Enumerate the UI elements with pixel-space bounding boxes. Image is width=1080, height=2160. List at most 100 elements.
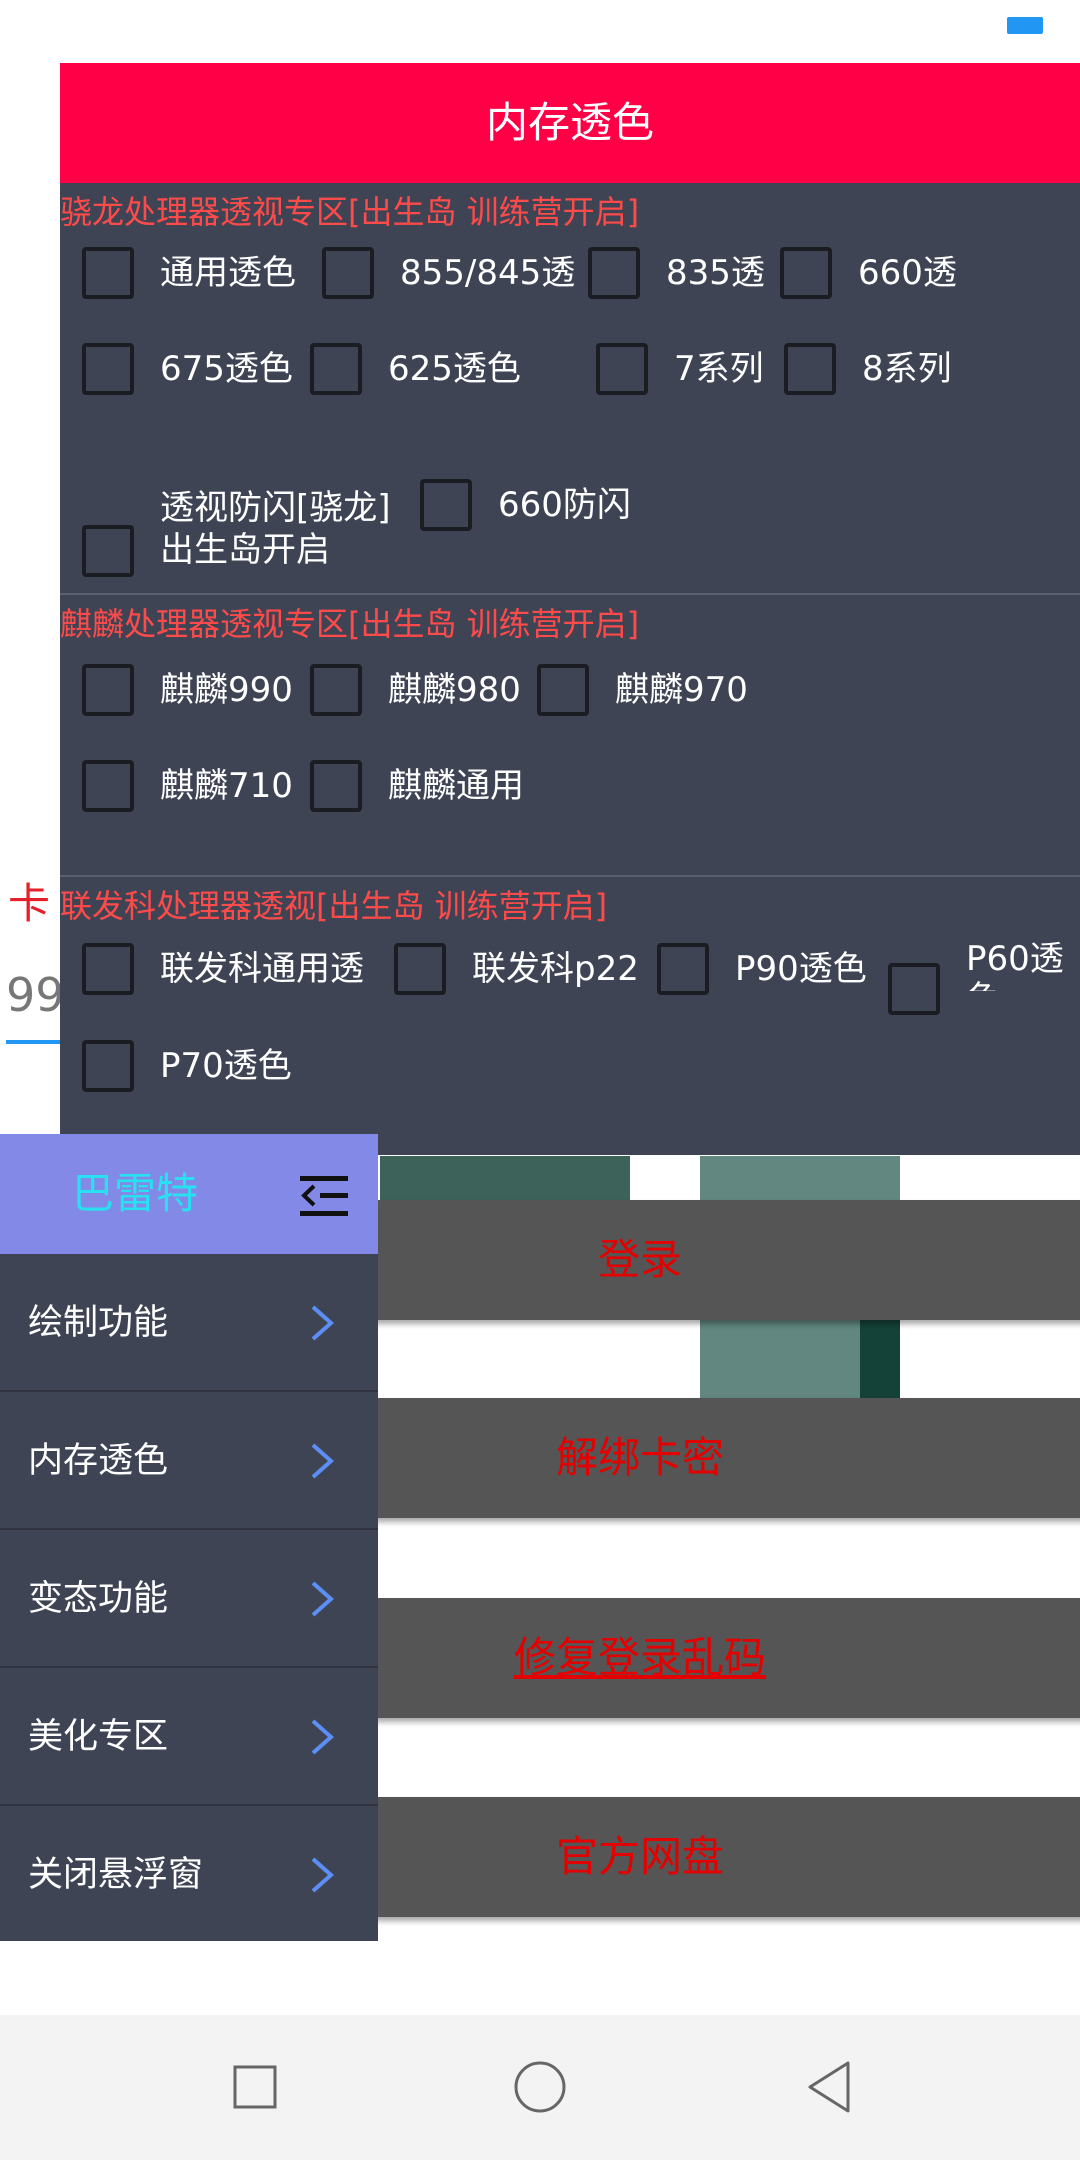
feature-panel: 内存透色 骁龙处理器透视专区[出生岛 训练营开启] 通用透色 855/845透 …: [60, 63, 1080, 1155]
checkbox[interactable]: [82, 943, 134, 995]
checkbox[interactable]: [657, 943, 709, 995]
checkbox-label: 麒麟710: [160, 766, 293, 806]
checkbox-label: 麒麟990: [160, 670, 293, 710]
checkbox-option[interactable]: 855/845透: [322, 247, 575, 307]
checkbox[interactable]: [420, 479, 472, 531]
checkbox-option[interactable]: 麒麟980: [310, 664, 521, 724]
battery-icon: [1007, 17, 1043, 34]
checkbox-option[interactable]: 7系列: [596, 343, 764, 403]
login-button-label: 登录: [597, 1235, 682, 1284]
checkbox-option[interactable]: 625透色: [310, 343, 521, 403]
checkbox[interactable]: [784, 343, 836, 395]
checkbox-label: 透视防闪[骁龙]出生岛开启: [160, 488, 391, 570]
checkbox[interactable]: [82, 760, 134, 812]
navigation-bar: [0, 2015, 1080, 2160]
chevron-right-icon: [311, 1581, 335, 1617]
menu-item-memory-color[interactable]: 内存透色: [0, 1392, 378, 1530]
login-button[interactable]: 登录: [350, 1200, 1080, 1320]
checkbox[interactable]: [888, 963, 940, 1015]
menu-item-label: 变态功能: [28, 1579, 169, 1619]
menu-brand: 巴雷特: [71, 1169, 198, 1218]
checkbox[interactable]: [322, 247, 374, 299]
checkbox-option[interactable]: P70透色: [82, 1040, 292, 1100]
checkbox-label: 625透色: [388, 349, 521, 389]
checkbox[interactable]: [537, 664, 589, 716]
checkbox-option[interactable]: 透视防闪[骁龙]出生岛开启: [82, 487, 410, 587]
checkbox-label: 835透: [666, 253, 765, 293]
chevron-right-icon: [311, 1857, 335, 1893]
menu-item-extreme[interactable]: 变态功能: [0, 1530, 378, 1668]
checkbox-option[interactable]: 660透: [780, 247, 957, 307]
menu-item-close-float[interactable]: 关闭悬浮窗: [0, 1806, 378, 1944]
checkbox[interactable]: [394, 943, 446, 995]
unbind-card-button-label: 解绑卡密: [555, 1433, 724, 1482]
checkbox-option[interactable]: P60透色: [888, 939, 1076, 1033]
checkbox-option[interactable]: 通用透色: [82, 247, 296, 307]
checkbox[interactable]: [82, 525, 134, 577]
checkbox-label: 麒麟970: [615, 670, 748, 710]
official-drive-button-label: 官方网盘: [555, 1832, 724, 1881]
card-input[interactable]: 99: [6, 968, 65, 1022]
section-title-mediatek: 联发科处理器透视[出生岛 训练营开启]: [60, 887, 608, 925]
checkbox-label: P60透色: [966, 939, 1064, 991]
official-drive-button[interactable]: 官方网盘: [350, 1797, 1080, 1917]
chevron-right-icon: [311, 1305, 335, 1341]
card-label: 卡: [8, 879, 51, 928]
menu-item-label: 关闭悬浮窗: [28, 1855, 204, 1895]
recent-apps-icon[interactable]: [225, 2057, 285, 2117]
checkbox[interactable]: [310, 343, 362, 395]
checkbox-option[interactable]: P90透色: [657, 943, 867, 1003]
checkbox-option[interactable]: 联发科通用透: [82, 943, 364, 1003]
checkbox[interactable]: [310, 664, 362, 716]
checkbox[interactable]: [310, 760, 362, 812]
checkbox[interactable]: [588, 247, 640, 299]
checkbox-option[interactable]: 麒麟970: [537, 664, 748, 724]
card-input-underline: [6, 1040, 66, 1044]
checkbox-option[interactable]: 麒麟通用: [310, 760, 524, 820]
checkbox[interactable]: [82, 343, 134, 395]
checkbox-option[interactable]: 联发科p22: [394, 943, 639, 1003]
section-title-kirin: 麒麟处理器透视专区[出生岛 训练营开启]: [60, 605, 640, 643]
checkbox[interactable]: [82, 247, 134, 299]
back-icon[interactable]: [800, 2057, 860, 2117]
checkbox[interactable]: [596, 343, 648, 395]
checkbox-label: P70透色: [160, 1046, 292, 1086]
checkbox[interactable]: [82, 664, 134, 716]
checkbox-label: 通用透色: [160, 253, 296, 293]
chevron-right-icon: [311, 1719, 335, 1755]
checkbox-label: 联发科通用透: [160, 949, 364, 989]
checkbox-option[interactable]: 麒麟990: [82, 664, 293, 724]
menu-item-label: 内存透色: [28, 1441, 169, 1481]
checkbox-option[interactable]: 660防闪: [420, 479, 631, 539]
home-icon[interactable]: [510, 2057, 570, 2117]
checkbox-option[interactable]: 835透: [588, 247, 765, 307]
chevron-right-icon: [311, 1443, 335, 1479]
checkbox-label: 联发科p22: [472, 949, 639, 989]
menu-item-label: 美化专区: [28, 1717, 169, 1757]
section-divider: [60, 593, 1080, 595]
checkbox-option[interactable]: 675透色: [82, 343, 293, 403]
checkbox-label: 麒麟通用: [388, 766, 524, 806]
menu-item-label: 绘制功能: [28, 1303, 169, 1343]
checkbox-label: 麒麟980: [388, 670, 521, 710]
checkbox-label: 8系列: [862, 349, 952, 389]
checkbox-option[interactable]: 8系列: [784, 343, 952, 403]
menu-item-beautify[interactable]: 美化专区: [0, 1668, 378, 1806]
fix-login-button[interactable]: 修复登录乱码: [350, 1598, 1080, 1718]
panel-title: 内存透色: [485, 98, 654, 147]
checkbox-label: 855/845透: [400, 253, 576, 293]
checkbox-label: 660防闪: [498, 485, 631, 525]
checkbox-option[interactable]: 麒麟710: [82, 760, 293, 820]
unbind-card-button[interactable]: 解绑卡密: [350, 1398, 1080, 1518]
checkbox[interactable]: [780, 247, 832, 299]
checkbox-label: P90透色: [735, 949, 867, 989]
panel-header: 内存透色: [60, 63, 1080, 183]
menu-header: 巴雷特: [0, 1134, 378, 1254]
side-menu: 巴雷特 绘制功能 内存透色 变态功能 美化专区 关闭悬浮窗: [0, 1134, 378, 1941]
menu-collapse-icon[interactable]: [298, 1174, 350, 1218]
checkbox-label: 660透: [858, 253, 957, 293]
section-divider: [60, 875, 1080, 877]
menu-item-draw[interactable]: 绘制功能: [0, 1254, 378, 1392]
checkbox[interactable]: [82, 1040, 134, 1092]
checkbox-label: 7系列: [674, 349, 764, 389]
